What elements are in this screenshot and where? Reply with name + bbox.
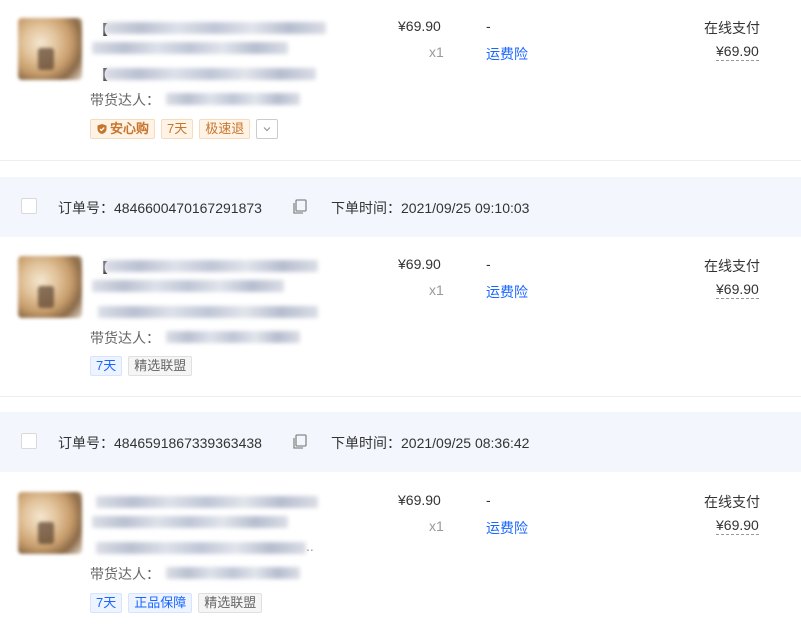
payment-amount[interactable]: ¥69.90 <box>716 517 759 535</box>
tag-fast-refund[interactable]: 极速退 <box>199 119 251 139</box>
order-time-label: 下单时间： <box>331 200 401 216</box>
order-checkbox[interactable] <box>21 433 37 449</box>
order-time-label: 下单时间： <box>331 435 401 451</box>
order-number-label: 订单号： <box>58 435 114 451</box>
payment-method: 在线支付 <box>704 494 760 510</box>
anchor-label: 带货达人： <box>90 566 160 582</box>
order-time: 下单时间：2021/09/25 09:10:03 <box>331 198 529 218</box>
discount-value: - <box>486 492 491 508</box>
unit-price: ¥69.90 <box>398 18 441 34</box>
tag-selected-alliance[interactable]: 精选联盟 <box>128 356 193 376</box>
order-time-value: 2021/09/25 09:10:03 <box>401 200 530 216</box>
product-title-blurred <box>92 280 284 292</box>
order-header: 订单号：4846600470167291873 下单时间：2021/09/25 … <box>0 177 801 237</box>
tag-anxin[interactable]: 安心购 <box>90 119 156 139</box>
product-spec-blurred <box>104 68 316 80</box>
product-title-blurred <box>92 516 288 528</box>
order-time: 下单时间：2021/09/25 08:36:42 <box>331 433 529 453</box>
tag-7day[interactable]: 7天 <box>90 356 123 376</box>
payment-method: 在线支付 <box>704 20 760 36</box>
order-item: 【 带货达人： ¥69.90 x1 - 运费险 在线支付 ¥69.90 7天 精… <box>0 256 801 406</box>
row-divider <box>0 160 801 161</box>
product-spec-blurred <box>96 542 306 554</box>
product-thumbnail[interactable] <box>18 492 82 554</box>
anchor-label: 带货达人： <box>90 92 160 108</box>
product-thumbnail[interactable] <box>18 18 82 80</box>
tag-label: 安心购 <box>110 121 150 136</box>
tag-7day[interactable]: 7天 <box>90 593 123 613</box>
row-divider <box>0 396 801 397</box>
order-number-label: 订单号： <box>58 200 114 216</box>
payment-amount[interactable]: ¥69.90 <box>716 43 759 61</box>
tag-authentic-guarantee[interactable]: 正品保障 <box>128 593 193 613</box>
product-title-blurred <box>92 42 288 54</box>
anchor-name-blurred <box>166 331 300 343</box>
freight-insurance-link[interactable]: 运费险 <box>486 44 528 64</box>
order-header: 订单号：4846591867339363438 下单时间：2021/09/25 … <box>0 412 801 472</box>
order-number[interactable]: 订单号：4846600470167291873 <box>58 198 262 218</box>
order-number-value: 4846600470167291873 <box>114 200 262 216</box>
anchor-label: 带货达人： <box>90 330 160 346</box>
freight-insurance-link[interactable]: 运费险 <box>486 518 528 538</box>
copy-icon[interactable] <box>290 432 310 452</box>
product-title-blurred <box>104 22 326 34</box>
payment-amount[interactable]: ¥69.90 <box>716 281 759 299</box>
more-tags-button[interactable] <box>256 119 279 139</box>
product-spec-blurred <box>98 306 318 318</box>
service-tags: 7天 正品保障 精选联盟 <box>90 593 263 613</box>
service-tags: 7天 精选联盟 <box>90 356 193 376</box>
order-time-value: 2021/09/25 08:36:42 <box>401 435 530 451</box>
order-number-value: 4846591867339363438 <box>114 435 262 451</box>
payment-method: 在线支付 <box>704 258 760 274</box>
discount-value: - <box>486 18 491 34</box>
product-title-blurred <box>104 260 318 272</box>
order-item: 【 【 带货达人： ¥69.90 x1 - 运费险 在线支付 ¥69.90 安心… <box>0 18 801 168</box>
spec-ellipsis: .. <box>306 538 314 554</box>
quantity: x1 <box>429 518 444 534</box>
order-item: .. 带货达人： ¥69.90 x1 - 运费险 在线支付 ¥69.90 7天 … <box>0 492 801 642</box>
order-checkbox[interactable] <box>21 198 37 214</box>
service-tags: 安心购 7天 极速退 <box>90 119 279 139</box>
copy-icon[interactable] <box>290 197 310 217</box>
shield-icon <box>97 124 107 134</box>
anchor-name-blurred <box>166 93 300 105</box>
discount-value: - <box>486 256 491 272</box>
anchor-name-blurred <box>166 567 300 579</box>
chevron-down-icon <box>263 127 271 132</box>
order-number[interactable]: 订单号：4846591867339363438 <box>58 433 262 453</box>
quantity: x1 <box>429 44 444 60</box>
quantity: x1 <box>429 282 444 298</box>
tag-selected-alliance[interactable]: 精选联盟 <box>198 593 263 613</box>
unit-price: ¥69.90 <box>398 492 441 508</box>
freight-insurance-link[interactable]: 运费险 <box>486 282 528 302</box>
unit-price: ¥69.90 <box>398 256 441 272</box>
tag-7day[interactable]: 7天 <box>161 119 194 139</box>
product-title-blurred <box>96 496 318 508</box>
product-thumbnail[interactable] <box>18 256 82 318</box>
